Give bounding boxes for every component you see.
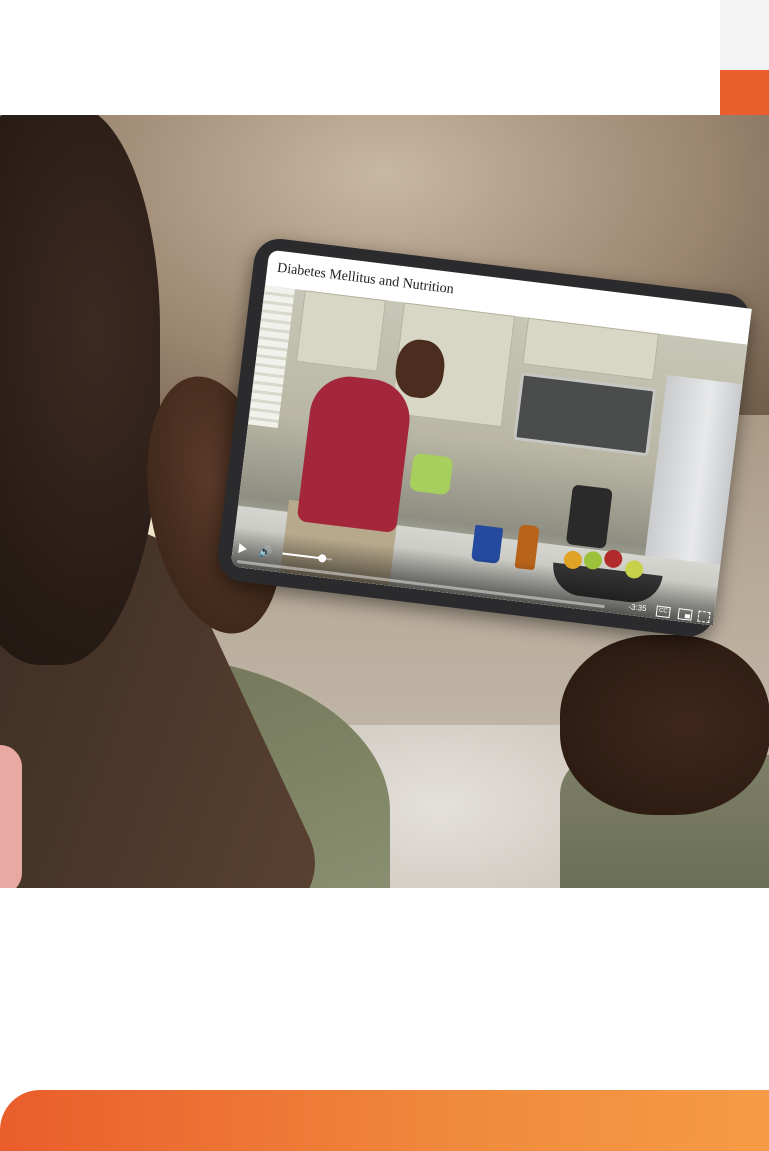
video-player[interactable]: 🔊 -3:35 CC [230,285,748,626]
volume-fill [282,552,323,560]
bottom-gradient-bar [0,1090,769,1151]
top-white-space [0,0,720,115]
picture-in-picture-icon[interactable] [677,608,693,621]
play-icon[interactable] [238,543,248,555]
kitchen-cabinet [522,317,660,381]
tablet-screen: Diabetes Mellitus and Nutrition 🔊 -3:35 … [230,249,752,626]
closed-captions-icon[interactable]: CC [655,605,671,619]
kitchen-window [247,285,295,428]
coffee-maker [565,484,613,549]
pip-inner [684,613,691,619]
kitchen-cabinet [295,290,387,372]
cc-label: CC [658,607,668,615]
viewer-right-hand [560,635,769,815]
side-panel-top [720,0,769,70]
presenter-shirt [296,372,415,534]
microwave [513,372,657,457]
fullscreen-icon[interactable] [697,610,711,623]
snack-bag [409,452,454,496]
volume-slider[interactable] [282,552,333,563]
time-remaining: -3:35 [627,602,648,614]
tablet-device: Diabetes Mellitus and Nutrition 🔊 -3:35 … [214,236,754,640]
pink-edge [0,745,22,888]
volume-knob[interactable] [317,553,327,563]
volume-icon[interactable]: 🔊 [258,546,273,560]
